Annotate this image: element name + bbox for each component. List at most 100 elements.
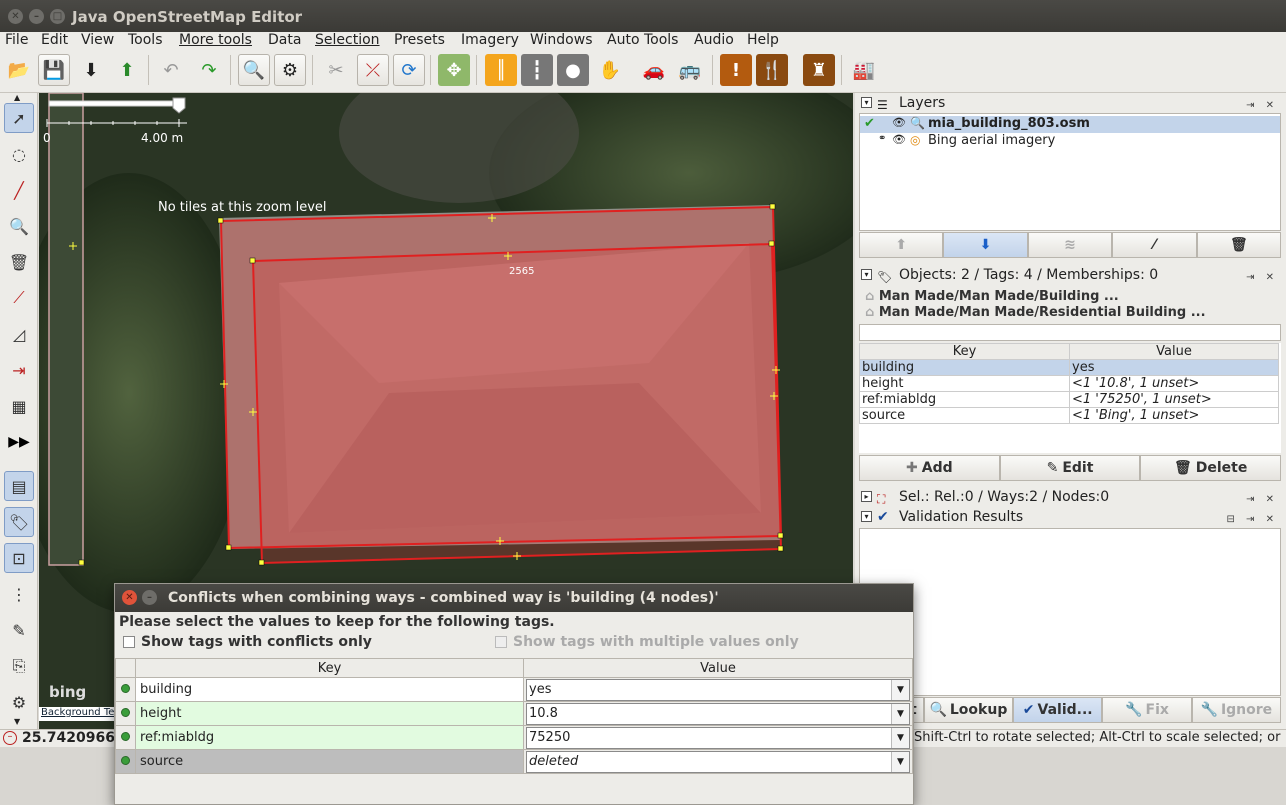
castle-icon[interactable]: ♜ xyxy=(803,54,835,86)
chevron-down-icon[interactable]: ▼ xyxy=(891,703,909,724)
layers-toggle-icon[interactable]: ▤ xyxy=(4,471,34,501)
collapse-icon[interactable]: ▾ xyxy=(861,269,872,280)
save-icon[interactable]: 💾 xyxy=(38,54,70,86)
preset-link-residential[interactable]: ⌂ Man Made/Man Made/Residential Building… xyxy=(865,305,1206,320)
value-cell[interactable]: 75250 ▼ xyxy=(523,725,913,750)
combine-way-icon[interactable]: ⤫ xyxy=(357,54,389,86)
value-dropdown[interactable]: deleted ▼ xyxy=(526,750,910,773)
collapse-icon[interactable]: ▾ xyxy=(861,511,872,522)
track-preset-icon[interactable]: ┇ xyxy=(521,54,553,86)
delete-layer-icon[interactable]: 🗑 xyxy=(1196,232,1282,258)
ignore-button[interactable]: 🔧 Ignore xyxy=(1191,697,1281,723)
building-tool-icon[interactable]: ▦ xyxy=(4,391,34,421)
dialog-minimize-icon[interactable]: – xyxy=(142,590,157,605)
table-row[interactable]: ref:miabldg <1 '75250', 1 unset> xyxy=(859,391,1279,408)
duplicate-layer-icon[interactable]: ⁄ xyxy=(1112,232,1197,258)
validate-button[interactable]: ✔ Valid... xyxy=(1013,697,1103,723)
panel-controls-icon[interactable]: ⇥ ✕ xyxy=(1246,268,1278,288)
move-down-icon[interactable]: ⬇ xyxy=(943,232,1028,258)
open-file-icon[interactable]: 📂 xyxy=(3,54,35,86)
collapse-icon[interactable]: ▾ xyxy=(861,97,872,108)
preferences-icon[interactable]: ⚙ xyxy=(274,54,306,86)
layer-row-active[interactable]: ✔ 👁 🔍 mia_building_803.osm xyxy=(860,116,1280,133)
validation-results-list[interactable] xyxy=(859,528,1281,696)
bus-icon[interactable]: 🚌 xyxy=(674,54,706,86)
maximize-window-button[interactable]: □ xyxy=(50,9,65,24)
value-dropdown[interactable]: yes ▼ xyxy=(526,678,910,701)
validation-panel-header[interactable]: ▾ ✔ Validation Results ⊟ ⇥ ✕ xyxy=(855,507,1286,527)
draw-tool-icon[interactable]: ╱ xyxy=(4,175,34,205)
selection-panel-header[interactable]: ▸ ⛶ Sel.: Rel.:0 / Ways:2 / Nodes:0 ⇥ ✕ xyxy=(855,487,1286,507)
split-way-icon[interactable]: ✂ xyxy=(320,54,352,86)
undo-icon[interactable]: ↶ xyxy=(155,54,187,86)
close-window-button[interactable]: ✕ xyxy=(8,9,23,24)
visibility-eye-icon[interactable]: 👁 xyxy=(892,133,906,146)
table-row[interactable]: building yes ▼ xyxy=(115,677,913,702)
minimize-window-button[interactable]: – xyxy=(29,9,44,24)
redo-icon[interactable]: ↷ xyxy=(193,54,225,86)
menu-file[interactable]: File xyxy=(5,32,28,49)
lasso-tool-icon[interactable]: ◌ xyxy=(4,139,34,169)
edit-tag-button[interactable]: ✎ Edit xyxy=(999,455,1141,481)
key-column-header[interactable]: Key xyxy=(859,343,1070,360)
delete-tool-icon[interactable]: 🗑 xyxy=(4,247,34,277)
more-tools-icon[interactable]: ▶▶ xyxy=(4,427,34,457)
restaurant-icon[interactable]: 🍴 xyxy=(756,54,788,86)
scroll-down-icon[interactable]: ▼ xyxy=(14,717,20,726)
key-column-header[interactable]: Key xyxy=(135,658,524,678)
value-dropdown[interactable]: 75250 ▼ xyxy=(526,726,910,749)
chevron-down-icon[interactable]: ▼ xyxy=(891,679,909,700)
lookup-button[interactable]: 🔍 Lookup xyxy=(923,697,1014,723)
improve-way-tool-icon[interactable]: ⟋ xyxy=(4,283,34,313)
add-tag-button[interactable]: ✚ Add xyxy=(859,455,1000,481)
merge-layer-icon[interactable]: ≋ xyxy=(1027,232,1113,258)
menu-edit[interactable]: Edit xyxy=(41,32,68,49)
factory-icon[interactable]: 🏭 xyxy=(848,54,880,86)
menu-tools[interactable]: Tools xyxy=(128,32,163,49)
car-icon[interactable]: 🚗 xyxy=(638,54,670,86)
delete-tag-button[interactable]: 🗑 Delete xyxy=(1140,455,1282,481)
value-column-header[interactable]: Value xyxy=(523,658,913,678)
zoom-tool-icon[interactable]: 🔍 xyxy=(4,211,34,241)
menu-more-tools[interactable]: More tools xyxy=(179,32,252,49)
layers-panel-header[interactable]: ▾ ☰ Layers ⇥ ✕ xyxy=(855,93,1286,113)
visibility-eye-icon[interactable]: 👁 xyxy=(892,116,906,129)
table-row[interactable]: source <1 'Bing', 1 unset> xyxy=(859,407,1279,424)
preset-link-building[interactable]: ⌂ Man Made/Man Made/Building ... xyxy=(865,289,1119,304)
history-toggle-icon[interactable]: ⎘ xyxy=(4,651,34,681)
zoom-to-selection-icon[interactable]: 🔍 xyxy=(238,54,270,86)
attribution-link[interactable]: Background Ter xyxy=(39,707,121,721)
conflicts-only-checkbox[interactable]: Show tags with conflicts only xyxy=(123,634,372,650)
value-cell[interactable]: deleted ▼ xyxy=(523,749,913,774)
parallel-tool-icon[interactable]: ◿ xyxy=(4,319,34,349)
hand-icon[interactable]: ✋ xyxy=(594,54,626,86)
value-cell[interactable]: yes ▼ xyxy=(523,677,913,702)
menu-audio[interactable]: Audio xyxy=(694,32,734,49)
panel-controls-icon[interactable]: ⊟ ⇥ ✕ xyxy=(1227,510,1279,530)
notes-toggle-icon[interactable]: ✎ xyxy=(4,615,34,645)
selection-list-toggle-icon[interactable]: ⊡ xyxy=(4,543,34,573)
area-preset-icon[interactable]: ✥ xyxy=(438,54,470,86)
checkbox-icon[interactable] xyxy=(495,636,507,648)
select-tool-icon[interactable]: ➚ xyxy=(4,103,34,133)
menu-windows[interactable]: Windows xyxy=(530,32,593,49)
scroll-up-icon[interactable]: ▲ xyxy=(14,93,20,102)
warning-preset-icon[interactable]: ! xyxy=(720,54,752,86)
table-row[interactable]: height <1 '10.8', 1 unset> xyxy=(859,375,1279,392)
objects-panel-header[interactable]: ▾ 🏷 Objects: 2 / Tags: 4 / Memberships: … xyxy=(855,265,1286,285)
menu-auto-tools[interactable]: Auto Tools xyxy=(607,32,678,49)
table-row[interactable]: height 10.8 ▼ xyxy=(115,701,913,726)
table-row[interactable]: source deleted ▼ xyxy=(115,749,913,774)
filter-toggle-icon[interactable]: ⚙ xyxy=(4,687,34,717)
menu-data[interactable]: Data xyxy=(268,32,301,49)
table-row[interactable]: building yes xyxy=(859,359,1279,376)
chevron-down-icon[interactable]: ▼ xyxy=(891,751,909,772)
fix-button[interactable]: 🔧 Fix xyxy=(1102,697,1192,723)
value-column-header[interactable]: Value xyxy=(1069,343,1279,360)
value-cell[interactable]: 10.8 ▼ xyxy=(523,701,913,726)
value-dropdown[interactable]: 10.8 ▼ xyxy=(526,702,910,725)
multiple-values-checkbox[interactable]: Show tags with multiple values only xyxy=(495,634,799,650)
checkbox-icon[interactable] xyxy=(123,636,135,648)
expand-icon[interactable]: ▸ xyxy=(861,491,872,502)
junction-preset-icon[interactable]: ● xyxy=(557,54,589,86)
